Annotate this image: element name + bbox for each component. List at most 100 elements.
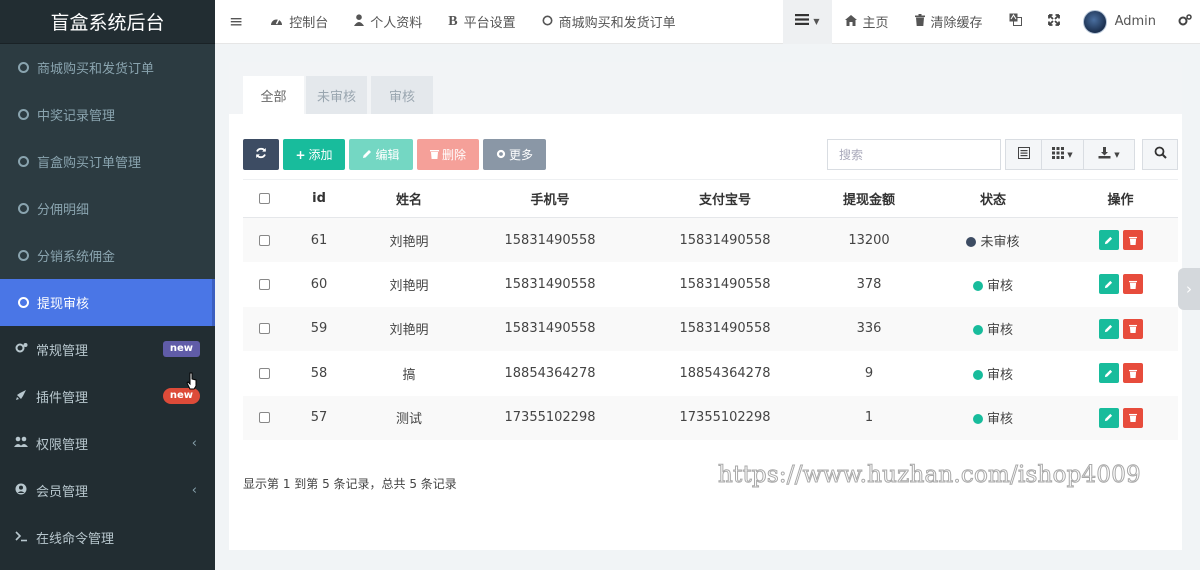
status-dot — [972, 369, 983, 380]
row-select-cell — [243, 217, 285, 262]
settings-button[interactable] — [1166, 0, 1200, 44]
row-select-cell — [243, 306, 285, 351]
row-delete-button[interactable] — [1122, 274, 1143, 295]
cell-alipay: 15831490558 — [635, 306, 815, 351]
sidebar-item-members[interactable]: 会员管理 ‹ — [0, 467, 215, 514]
chevron-right-icon: › — [1186, 280, 1192, 298]
pencil-icon — [1104, 414, 1113, 422]
row-edit-button[interactable] — [1098, 407, 1119, 428]
cell-phone: 15831490558 — [465, 217, 635, 262]
row-checkbox[interactable] — [258, 234, 270, 246]
cell-id: 61 — [285, 217, 353, 262]
sidebar-item-withdraw-review[interactable]: 提现审核 — [0, 279, 215, 326]
cell-actions — [1063, 306, 1178, 351]
menu-toggle-button[interactable]: ≡ — [215, 0, 257, 44]
nav-item-label: 平台设置 — [463, 16, 516, 31]
nav-profile[interactable]: 个人资料 — [341, 0, 435, 44]
column-header-status[interactable]: 状态 — [923, 179, 1063, 218]
cell-status: 审核 — [923, 262, 1063, 307]
row-checkbox[interactable] — [258, 323, 270, 335]
tab-reviewed[interactable]: 审核 — [371, 76, 433, 114]
avatar — [1082, 9, 1107, 34]
column-header-alipay[interactable]: 支付宝号 — [635, 179, 815, 218]
status-label: 审核 — [986, 367, 1013, 383]
caret-down-icon: ▼ — [1067, 150, 1073, 159]
nav-list-dropdown[interactable]: ▼ — [783, 0, 832, 44]
tab-all[interactable]: 全部 — [243, 76, 304, 114]
cogs-icon — [1178, 13, 1192, 30]
sidebar-item-distribution-commission[interactable]: 分销系统佣金 — [0, 232, 215, 279]
cell-status: 审核 — [923, 351, 1063, 396]
row-delete-button[interactable] — [1122, 318, 1143, 339]
sidebar-item-shop-orders[interactable]: 商城购买和发货订单 — [0, 44, 215, 91]
row-checkbox[interactable] — [258, 278, 270, 290]
row-checkbox[interactable] — [258, 367, 270, 379]
delete-button[interactable]: 删除 — [417, 139, 479, 170]
nav-dashboard[interactable]: 控制台 — [257, 0, 341, 44]
nav-home[interactable]: 主页 — [832, 0, 902, 44]
row-checkbox[interactable] — [258, 412, 270, 424]
row-edit-button[interactable] — [1098, 318, 1119, 339]
export-dropdown-button[interactable]: ▼ — [1083, 139, 1135, 170]
plus-icon: + — [295, 147, 306, 162]
add-button-label: 添加 — [308, 148, 333, 162]
nav-shop-orders[interactable]: 商城购买和发货订单 — [529, 0, 689, 44]
fullscreen-button[interactable] — [1035, 0, 1073, 44]
table-view-tools: ▼ ▼ — [1005, 139, 1135, 170]
sidebar-item-label: 提现审核 — [37, 297, 90, 312]
status-dot — [972, 280, 983, 291]
edit-button[interactable]: 编辑 — [349, 139, 413, 170]
select-all-checkbox[interactable] — [258, 193, 270, 204]
more-button[interactable]: 更多 — [483, 139, 546, 170]
circle-icon — [18, 156, 29, 167]
columns-dropdown-button[interactable]: ▼ — [1041, 139, 1084, 170]
nav-platform-settings[interactable]: B 平台设置 — [435, 0, 528, 44]
translate-button[interactable] — [996, 0, 1035, 44]
right-panel-toggle[interactable]: › — [1178, 268, 1200, 310]
sidebar-item-online-command[interactable]: 在线命令管理 — [0, 514, 215, 561]
main-content: 全部 未审核 审核 + 添加 编辑 删除 更多 搜索 ▼ ▼ id 姓名 手机号… — [215, 44, 1200, 570]
cell-alipay: 18854364278 — [679, 365, 771, 381]
user-circle-icon — [14, 483, 28, 498]
trash-icon — [1128, 414, 1137, 423]
tab-unreviewed[interactable]: 未审核 — [306, 76, 367, 114]
cell-phone: 18854364278 — [504, 365, 596, 381]
toggle-view-button[interactable] — [1005, 139, 1042, 170]
sidebar-item-prize-records[interactable]: 中奖记录管理 — [0, 91, 215, 138]
search-input[interactable] — [827, 139, 1001, 170]
hamburger-icon: ≡ — [229, 11, 244, 32]
column-header-name[interactable]: 姓名 — [353, 179, 465, 218]
nav-clear-cache[interactable]: 清除缓存 — [902, 0, 996, 44]
nav-item-label: 商城购买和发货订单 — [558, 16, 676, 31]
sidebar-item-commission-details[interactable]: 分佣明细 — [0, 185, 215, 232]
column-header-phone[interactable]: 手机号 — [465, 179, 635, 218]
column-header-id[interactable]: id — [285, 179, 353, 218]
row-edit-button[interactable] — [1098, 230, 1119, 250]
row-edit-button[interactable] — [1098, 363, 1119, 384]
user-icon — [354, 14, 365, 29]
cog-icon — [496, 148, 506, 162]
row-delete-button[interactable] — [1122, 407, 1143, 428]
terminal-icon — [14, 530, 28, 545]
add-button[interactable]: + 添加 — [283, 139, 345, 170]
cell-id: 60 — [310, 276, 328, 292]
circle-icon — [18, 62, 29, 73]
status-label: 审核 — [986, 323, 1013, 339]
watermark-text: https://www.huzhan.com/ishop4009 — [718, 462, 1142, 489]
cell-id: 59 — [285, 306, 353, 351]
search-button[interactable] — [1142, 139, 1178, 170]
row-delete-button[interactable] — [1122, 230, 1143, 250]
sidebar-item-general[interactable]: 常规管理 new — [0, 326, 215, 373]
refresh-button[interactable] — [243, 139, 279, 170]
sidebar-item-permissions[interactable]: 权限管理 ‹ — [0, 420, 215, 467]
sidebar-item-blindbox-orders[interactable]: 盲盒购买订单管理 — [0, 138, 215, 185]
column-header-amount[interactable]: 提现金额 — [815, 179, 923, 218]
row-edit-button[interactable] — [1098, 274, 1119, 295]
sidebar-item-plugins[interactable]: 插件管理 new — [0, 373, 215, 420]
home-icon — [844, 14, 857, 29]
chevron-left-icon: ‹ — [191, 436, 197, 451]
row-delete-button[interactable] — [1122, 363, 1143, 384]
status-label: 审核 — [986, 412, 1013, 428]
translate-icon — [1009, 13, 1022, 30]
user-menu[interactable]: Admin — [1073, 0, 1166, 44]
